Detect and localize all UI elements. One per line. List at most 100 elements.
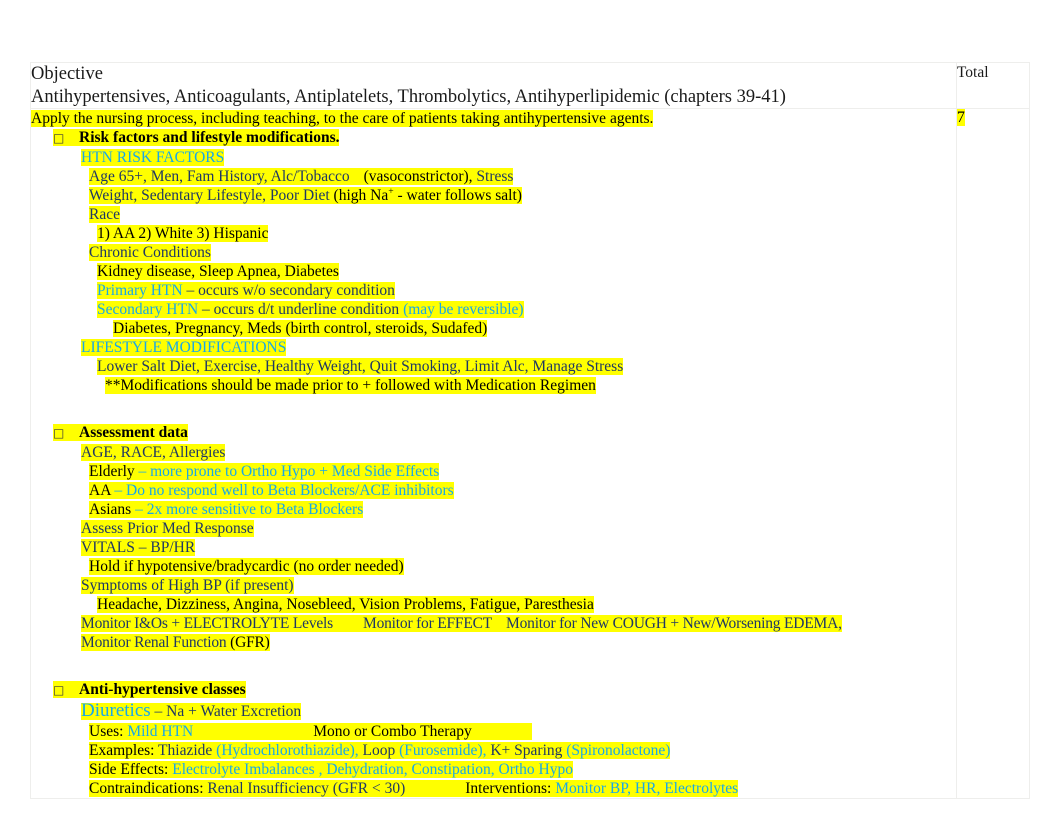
elderly-line: Elderly – more prone to Ortho Hypo + Med… — [89, 462, 956, 481]
vitals-note-line: Hold if hypotensive/bradycardic (no orde… — [89, 557, 956, 576]
vitals-line: VITALS – BP/HR — [81, 538, 956, 557]
side-effect-electrolyte-imbalances: Electrolyte Imbalances — [172, 761, 315, 778]
table-body-row: Apply the nursing process, including tea… — [30, 108, 1031, 799]
contraindications-value: Renal Insufficiency (GFR < 30) — [207, 780, 406, 797]
vitals-label: VITALS – BP/HR — [81, 539, 196, 556]
uses-value: Mild HTN — [127, 723, 194, 740]
assess-prior-med-response: Assess Prior Med Response — [81, 520, 254, 537]
risk-line-age: Age 65+, Men, Fam History, Alc/Tobacco (v… — [89, 167, 956, 186]
total-value-cell: 7 — [955, 108, 1031, 799]
total-value: 7 — [956, 109, 965, 126]
secondary-htn-examples-line: Diabetes, Pregnancy, Meds (birth control… — [113, 319, 956, 338]
risk-factor-list-2: Weight, Sedentary Lifestyle, Poor Diet — [89, 187, 330, 204]
lifestyle-note-line: **Modifications should be made prior to … — [105, 376, 956, 395]
uses-label: Uses: — [89, 723, 124, 740]
race-label: Race — [89, 206, 120, 223]
secondary-htn-line: Secondary HTN – occurs d/t underline con… — [97, 300, 956, 319]
uses-line: Uses: Mild HTN Mono or Combo Therapy — [89, 722, 956, 741]
risk-factor-note-2: (high Na+ - water follows salt) — [333, 185, 522, 204]
side-effects-rest: Dehydration, Constipation, Ortho Hypo — [326, 761, 573, 778]
asians-line: Asians – 2x more sensitive to Beta Block… — [89, 500, 956, 519]
example-thiazide: Thiazide — [158, 742, 213, 759]
primary-htn-label: Primary HTN — [97, 282, 183, 299]
bullet-assessment-data-label: Assessment data — [79, 424, 188, 441]
bullet-square-icon: □ — [53, 131, 65, 145]
monitor-for-effect: Monitor for EFFECT — [363, 615, 493, 632]
asians-label: Asians — [89, 501, 132, 518]
primary-htn-line: Primary HTN – occurs w/o secondary condi… — [97, 281, 956, 300]
table-header-row: Objective Antihypertensives, Anticoagula… — [30, 62, 1031, 109]
aa-label: AA — [89, 482, 111, 499]
total-header-cell: Total — [955, 62, 1031, 109]
elderly-label: Elderly — [89, 463, 135, 480]
objective-table: Objective Antihypertensives, Anticoagula… — [30, 62, 1031, 799]
diuretics-description: – Na + Water Excretion — [154, 703, 302, 720]
section-spacer-1 — [31, 395, 956, 414]
aa-line: AA – Do no respond well to Beta Blockers… — [89, 481, 956, 500]
objective-statement-line: Apply the nursing process, including tea… — [31, 109, 956, 128]
objective-body-cell: Apply the nursing process, including tea… — [30, 108, 957, 799]
heading-lifestyle-modifications: LIFESTYLE MODIFICATIONS — [81, 338, 956, 357]
vitals-note: Hold if hypotensive/bradycardic (no orde… — [89, 558, 404, 575]
lifestyle-note: **Modifications should be made prior to … — [105, 377, 596, 394]
example-loop-drug: (Furosemide), — [399, 742, 487, 759]
symptoms-label: Symptoms of High BP (if present) — [81, 577, 294, 594]
chronic-conditions-list: Kidney disease, Sleep Apnea, Diabetes — [97, 263, 339, 280]
lifestyle-modifications-heading: LIFESTYLE MODIFICATIONS — [81, 339, 287, 356]
monitor-renal-function: Monitor Renal Function — [81, 634, 227, 651]
age-race-allergies-line: AGE, RACE, Allergies — [81, 443, 956, 462]
section-spacer-1b — [31, 414, 956, 423]
asians-description: – 2x more sensitive to Beta Blockers — [135, 501, 364, 518]
secondary-htn-examples: Diabetes, Pregnancy, Meds (birth control… — [113, 320, 488, 337]
bullet-square-icon: □ — [53, 683, 65, 697]
examples-line: Examples: Thiazide (Hydrochlorothiazide)… — [89, 741, 956, 760]
monitor-line-2: Monitor Renal Function (GFR) — [81, 633, 956, 652]
chronic-conditions-list-line: Kidney disease, Sleep Apnea, Diabetes — [97, 262, 956, 281]
symptoms-label-line: Symptoms of High BP (if present) — [81, 576, 956, 595]
document-page: Objective Antihypertensives, Anticoagula… — [0, 0, 1062, 822]
bullet-risk-factors: □ Risk factors and lifestyle modification… — [53, 128, 956, 148]
bullet-antihypertensive-classes: □ Anti-hypertensive classes — [53, 680, 956, 700]
bullet-assessment-data: □ Assessment data — [53, 423, 956, 443]
assess-prior-med-response-line: Assess Prior Med Response — [81, 519, 956, 538]
interventions-label: Interventions: — [465, 780, 552, 797]
interventions-value: Monitor BP, HR, Electrolytes — [555, 780, 739, 797]
risk-line-weight: Weight, Sedentary Lifestyle, Poor Diet (… — [89, 186, 956, 205]
diuretics-heading-line: Diuretics – Na + Water Excretion — [81, 700, 956, 722]
primary-htn-description: – occurs w/o secondary condition — [186, 282, 395, 299]
risk-factor-note-1: (vasoconstrictor), — [363, 168, 473, 185]
objective-subtitle: Antihypertensives, Anticoagulants, Antip… — [31, 86, 786, 107]
monitor-cough-edema: Monitor for New COUGH + New/Worsening ED… — [506, 615, 842, 632]
chronic-conditions-label-line: Chronic Conditions — [89, 243, 956, 262]
secondary-htn-note: (may be reversible) — [403, 301, 524, 318]
race-list: 1) AA 2) White 3) Hispanic — [97, 225, 269, 242]
objective-header-cell: Objective Antihypertensives, Anticoagula… — [30, 62, 957, 109]
secondary-htn-description: – occurs d/t underline condition — [202, 301, 400, 318]
risk-factor-list-1: Age 65+, Men, Fam History, Alc/Tobacco — [89, 168, 350, 185]
heading-htn-risk-factors: HTN RISK FACTORS — [81, 148, 956, 167]
bullet-antihypertensive-classes-label: Anti-hypertensive classes — [79, 681, 246, 698]
contraindications-line: Contraindications: Renal Insufficiency (… — [89, 779, 956, 798]
example-k-sparing: K+ Sparing — [490, 742, 563, 759]
lifestyle-list-line: Lower Salt Diet, Exercise, Healthy Weigh… — [97, 357, 956, 376]
bullet-square-icon: □ — [53, 426, 65, 440]
bullet-risk-factors-label: Risk factors and lifestyle modifications… — [79, 129, 340, 146]
side-effects-line: Side Effects: Electrolyte Imbalances , D… — [89, 760, 956, 779]
symptoms-list-line: Headache, Dizziness, Angina, Nosebleed, … — [97, 595, 956, 614]
age-race-allergies: AGE, RACE, Allergies — [81, 444, 226, 461]
contraindications-label: Contraindications: — [89, 780, 204, 797]
examples-label: Examples: — [89, 742, 155, 759]
chronic-conditions-label: Chronic Conditions — [89, 244, 211, 261]
example-k-sparing-drug: (Spironolactone) — [566, 742, 671, 759]
diuretics-heading: Diuretics — [81, 700, 151, 721]
monitor-line-1: Monitor I&Os + ELECTROLYTE Levels Monitor… — [81, 614, 956, 633]
secondary-htn-label: Secondary HTN — [97, 301, 199, 318]
objective-label: Objective — [31, 64, 103, 84]
side-effects-separator: , — [318, 761, 323, 778]
race-list-line: 1) AA 2) White 3) Hispanic — [97, 224, 956, 243]
side-effects-label: Side Effects: — [89, 761, 169, 778]
objective-statement: Apply the nursing process, including tea… — [31, 110, 654, 127]
example-loop: Loop — [362, 742, 396, 759]
example-thiazide-drug: (Hydrochlorothiazide), — [216, 742, 359, 759]
risk-factor-stress: Stress — [476, 168, 514, 185]
